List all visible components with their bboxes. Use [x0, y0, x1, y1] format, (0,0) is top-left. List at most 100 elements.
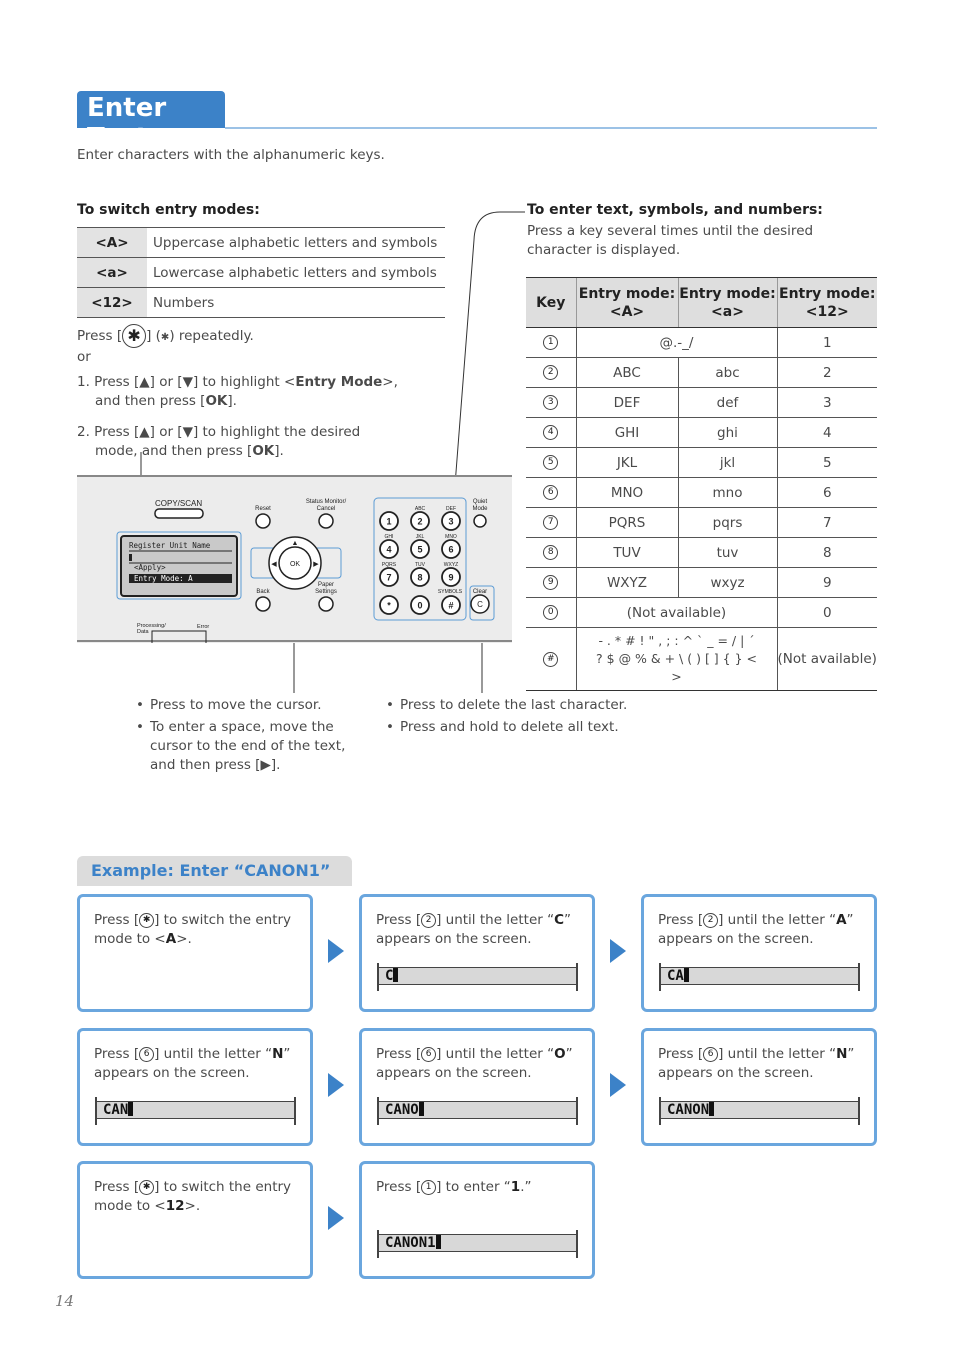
- text: C: [554, 912, 565, 928]
- example-step: Press [6] until the letter “N” appears o…: [641, 1028, 877, 1146]
- text: 1: [510, 1179, 521, 1195]
- text: N: [836, 1046, 848, 1062]
- key-letters: MNO: [445, 534, 457, 540]
- example-step: Press [✱] to switch the entry mode to <A…: [77, 894, 313, 1012]
- key-label: 0: [417, 601, 422, 611]
- status-label: Status Monitor/: [306, 499, 347, 505]
- copy-scan-button[interactable]: [154, 508, 204, 519]
- key-icon: 2: [421, 912, 437, 928]
- key-label: 5: [417, 545, 422, 555]
- callout-lines: [138, 211, 525, 693]
- next-arrow-icon: [610, 939, 626, 963]
- key-letters: GHI: [385, 534, 394, 540]
- key-letters: JKL: [416, 534, 425, 540]
- key-letters: TUV: [415, 562, 426, 568]
- note: Press to delete the last character.: [386, 696, 646, 715]
- key-label: 9: [448, 573, 453, 583]
- key-icon: ✱: [139, 912, 155, 928]
- clear-label: Clear: [473, 589, 487, 595]
- cursor-icon: [393, 968, 399, 982]
- lcd-text: CA: [667, 968, 684, 984]
- key-label: 4: [386, 545, 391, 555]
- cancel-button[interactable]: [318, 513, 334, 529]
- step-text: Press [✱] to switch the entry mode to <A…: [94, 911, 296, 949]
- text: Press [: [376, 912, 422, 928]
- cursor-icon: [709, 1102, 715, 1116]
- lcd-display: CANO: [377, 1097, 578, 1125]
- key-label: #: [448, 601, 453, 611]
- lcd-text: CANON: [667, 1102, 710, 1118]
- text: ] until the letter “: [718, 912, 837, 928]
- key-label: *: [387, 601, 391, 611]
- step-text: Press [2] until the letter “C” appears o…: [376, 911, 578, 949]
- clear-notes: Press to delete the last character. Pres…: [386, 696, 646, 737]
- text: Press [: [94, 912, 140, 928]
- example-heading: Example: Enter “CANON1”: [77, 856, 352, 886]
- key-letters: ABC: [415, 506, 426, 512]
- lcd-line: Register Unit Name: [129, 541, 211, 550]
- text: >.: [176, 931, 192, 947]
- text: Press [: [658, 912, 704, 928]
- lcd-line: Entry Mode: A: [134, 574, 193, 583]
- next-arrow-icon: [610, 1073, 626, 1097]
- cursor-icon: [435, 1235, 441, 1249]
- quiet-mode-button[interactable]: [473, 514, 487, 528]
- quiet-label: Quiet: [473, 499, 488, 505]
- next-arrow-icon: [328, 1073, 344, 1097]
- example-step: Press [6] until the letter “N” appears o…: [77, 1028, 313, 1146]
- text: Press [: [658, 1046, 704, 1062]
- text: O: [554, 1046, 566, 1062]
- lcd-display: CA: [659, 963, 860, 991]
- text: ] until the letter “: [718, 1046, 837, 1062]
- lcd-text: CANON1: [385, 1235, 436, 1251]
- reset-label: Reset: [255, 506, 271, 512]
- step-text: Press [2] until the letter “A” appears o…: [658, 911, 860, 949]
- cancel-label: Cancel: [317, 506, 336, 512]
- cursor-icon: [683, 968, 689, 982]
- paper-label: Paper: [318, 582, 334, 588]
- text: Press [: [94, 1046, 140, 1062]
- text: ] until the letter “: [154, 1046, 273, 1062]
- lcd-text: CANO: [385, 1102, 419, 1118]
- example-step: Press [✱] to switch the entry mode to <1…: [77, 1161, 313, 1279]
- reset-button[interactable]: [255, 513, 271, 529]
- text: >.: [184, 1198, 201, 1214]
- example-step: Press [6] until the letter “O” appears o…: [359, 1028, 595, 1146]
- copy-scan-label: COPY/SCAN: [155, 499, 202, 508]
- svg-text:◀: ◀: [271, 561, 277, 568]
- note: To enter a space, move the cursor to the…: [136, 718, 366, 775]
- text: .”: [520, 1179, 532, 1195]
- key-icon: 6: [139, 1046, 155, 1062]
- lcd-text: C: [385, 968, 394, 984]
- cursor-icon: [128, 1102, 134, 1116]
- note: Press to move the cursor.: [136, 696, 366, 715]
- text: N: [272, 1046, 284, 1062]
- back-button[interactable]: [255, 596, 271, 612]
- key-icon: 6: [421, 1046, 437, 1062]
- key-icon: 2: [703, 912, 719, 928]
- paper-settings-button[interactable]: [318, 596, 334, 612]
- next-arrow-icon: [328, 1206, 344, 1230]
- text: ] until the letter “: [436, 912, 555, 928]
- key-letters: WXYZ: [444, 562, 458, 568]
- symbols-label: SYMBOLS: [438, 589, 463, 595]
- lcd-display: CANON: [659, 1097, 860, 1125]
- key-letters: PQRS: [382, 562, 397, 568]
- text: Press [: [376, 1179, 422, 1195]
- text: Press [: [94, 1179, 140, 1195]
- key-icon: ✱: [139, 1179, 155, 1195]
- lcd-display: C: [377, 963, 578, 991]
- example-step: Press [2] until the letter “C” appears o…: [359, 894, 595, 1012]
- key-label: 8: [417, 573, 422, 583]
- svg-text:▶: ▶: [313, 561, 319, 568]
- text: 12: [165, 1198, 185, 1214]
- lcd-text: CAN: [103, 1102, 129, 1118]
- data-label: Data: [137, 629, 150, 635]
- text: ] until the letter “: [436, 1046, 555, 1062]
- svg-text:▲: ▲: [292, 540, 299, 547]
- step-text: Press [6] until the letter “N” appears o…: [658, 1045, 860, 1083]
- key-label: 6: [448, 545, 453, 555]
- settings-label: Settings: [315, 589, 337, 595]
- back-label: Back: [256, 589, 270, 595]
- error-label: Error: [197, 624, 209, 630]
